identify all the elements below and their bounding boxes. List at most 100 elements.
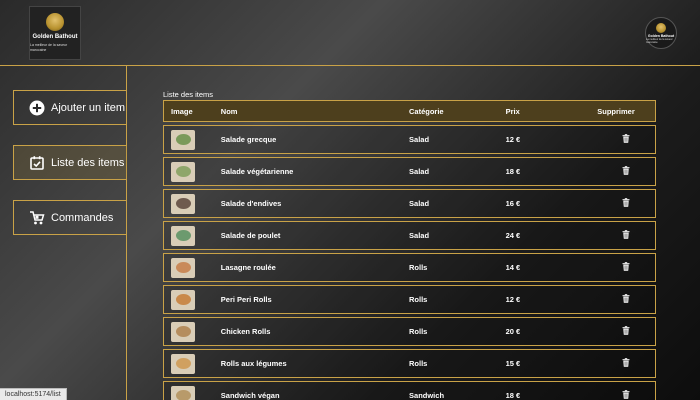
logo-tagline: La meilleur de la saveur marocaine bbox=[30, 43, 68, 52]
trash-icon[interactable] bbox=[622, 166, 630, 177]
logo-brand-name: Golden Bathout bbox=[32, 34, 78, 40]
trash-icon[interactable] bbox=[622, 198, 630, 209]
header-delete: Supprimer bbox=[597, 106, 635, 116]
sidebar-item-item-list[interactable]: Liste des items bbox=[13, 145, 127, 180]
item-name: Sandwich végan bbox=[220, 391, 280, 400]
item-image-cell bbox=[164, 385, 221, 400]
avatar-tagline: La meilleur de la saveur marocaine bbox=[646, 37, 673, 44]
top-navbar: Golden Bathout La meilleur de la saveur … bbox=[0, 0, 700, 66]
sidebar-item-label: Ajouter un item bbox=[51, 101, 125, 114]
trash-icon[interactable] bbox=[622, 390, 630, 400]
item-category: Salad bbox=[409, 167, 430, 176]
table-row: Chicken Rolls Rolls 20 € bbox=[163, 317, 656, 346]
item-price: 16 € bbox=[505, 199, 521, 208]
delete-cell bbox=[597, 198, 655, 209]
food-thumbnail-dish bbox=[175, 134, 191, 145]
delete-cell bbox=[597, 262, 655, 273]
item-image-cell bbox=[164, 161, 221, 182]
trash-icon[interactable] bbox=[622, 294, 630, 305]
food-thumbnail bbox=[171, 385, 195, 400]
item-image-cell bbox=[164, 129, 221, 150]
table-row: Lasagne roulée Rolls 14 € bbox=[163, 253, 656, 282]
cart-icon bbox=[29, 210, 45, 226]
item-price: 24 € bbox=[505, 231, 521, 240]
status-url: localhost:5174/list bbox=[0, 388, 67, 400]
food-thumbnail-dish bbox=[175, 198, 191, 209]
delete-cell bbox=[597, 390, 655, 400]
item-name: Salade grecque bbox=[220, 135, 277, 144]
food-thumbnail bbox=[171, 161, 195, 182]
brand-logo[interactable]: Golden Bathout La meilleur de la saveur … bbox=[29, 6, 81, 60]
item-image-cell bbox=[164, 257, 221, 278]
item-category: Salad bbox=[409, 231, 430, 240]
sidebar-item-label: Liste des items bbox=[51, 156, 125, 169]
table-row: Rolls aux légumes Rolls 15 € bbox=[163, 349, 656, 378]
header-name: Nom bbox=[220, 106, 238, 116]
item-price: 18 € bbox=[505, 167, 521, 176]
item-price: 12 € bbox=[505, 295, 521, 304]
table-row: Sandwich végan Sandwich 18 € bbox=[163, 381, 656, 400]
trash-icon[interactable] bbox=[622, 326, 630, 337]
sidebar-item-add-item[interactable]: Ajouter un item bbox=[13, 90, 127, 125]
trash-icon[interactable] bbox=[622, 134, 630, 145]
sidebar-item-label: Commandes bbox=[51, 211, 114, 224]
item-name: Peri Peri Rolls bbox=[220, 295, 272, 304]
trash-icon[interactable] bbox=[622, 230, 630, 241]
item-category: Salad bbox=[409, 199, 430, 208]
food-thumbnail-dish bbox=[175, 358, 191, 369]
table-row: Salade grecque Salad 12 € bbox=[163, 125, 656, 154]
food-thumbnail bbox=[171, 321, 195, 342]
avatar-emblem bbox=[656, 22, 666, 33]
item-price: 14 € bbox=[505, 263, 521, 272]
food-thumbnail bbox=[171, 257, 195, 278]
food-thumbnail-dish bbox=[175, 262, 191, 273]
logo-emblem bbox=[46, 13, 64, 31]
delete-cell bbox=[597, 166, 655, 177]
food-thumbnail-dish bbox=[175, 166, 191, 177]
sidebar-item-orders[interactable]: Commandes bbox=[13, 200, 127, 235]
item-list-section: Liste des items Image Nom Catégorie Prix… bbox=[163, 90, 656, 400]
item-price: 12 € bbox=[505, 135, 521, 144]
delete-cell bbox=[597, 358, 655, 369]
food-thumbnail-dish bbox=[175, 294, 191, 305]
item-category: Rolls bbox=[409, 327, 428, 336]
delete-cell bbox=[597, 326, 655, 337]
item-category: Rolls bbox=[409, 263, 428, 272]
food-thumbnail bbox=[171, 353, 195, 374]
table-header: Image Nom Catégorie Prix Supprimer bbox=[163, 100, 656, 122]
item-category: Rolls bbox=[409, 295, 428, 304]
table-row: Peri Peri Rolls Rolls 12 € bbox=[163, 285, 656, 314]
trash-icon[interactable] bbox=[622, 262, 630, 273]
food-thumbnail bbox=[171, 289, 195, 310]
page-title: Liste des items bbox=[163, 90, 214, 99]
item-image-cell bbox=[164, 289, 221, 310]
profile-avatar[interactable]: Golden Bathout La meilleur de la saveur … bbox=[645, 17, 677, 49]
item-image-cell bbox=[164, 353, 221, 374]
item-price: 18 € bbox=[505, 391, 521, 400]
table-row: Salade de poulet Salad 24 € bbox=[163, 221, 656, 250]
header-price: Prix bbox=[505, 106, 520, 116]
item-name: Chicken Rolls bbox=[220, 327, 271, 336]
header-image: Image bbox=[171, 106, 193, 116]
item-image-cell bbox=[164, 225, 221, 246]
item-category: Salad bbox=[409, 135, 430, 144]
item-category: Rolls bbox=[409, 359, 428, 368]
sidebar: Ajouter un item Liste des items Commande… bbox=[0, 66, 127, 400]
food-thumbnail bbox=[171, 225, 195, 246]
item-image-cell bbox=[164, 321, 221, 342]
header-category: Catégorie bbox=[409, 106, 444, 116]
table-row: Salade d'endives Salad 16 € bbox=[163, 189, 656, 218]
item-category: Sandwich bbox=[409, 391, 445, 400]
table-body: Salade grecque Salad 12 € Salade végétarien… bbox=[163, 125, 656, 400]
delete-cell bbox=[597, 230, 655, 241]
food-thumbnail-dish bbox=[175, 230, 191, 241]
calendar-check-icon bbox=[29, 155, 45, 171]
delete-cell bbox=[597, 134, 655, 145]
trash-icon[interactable] bbox=[622, 358, 630, 369]
item-name: Lasagne roulée bbox=[220, 263, 276, 272]
item-price: 15 € bbox=[505, 359, 521, 368]
plus-circle-icon bbox=[29, 100, 45, 116]
food-thumbnail-dish bbox=[175, 390, 191, 400]
item-image-cell bbox=[164, 193, 221, 214]
food-thumbnail bbox=[171, 193, 195, 214]
